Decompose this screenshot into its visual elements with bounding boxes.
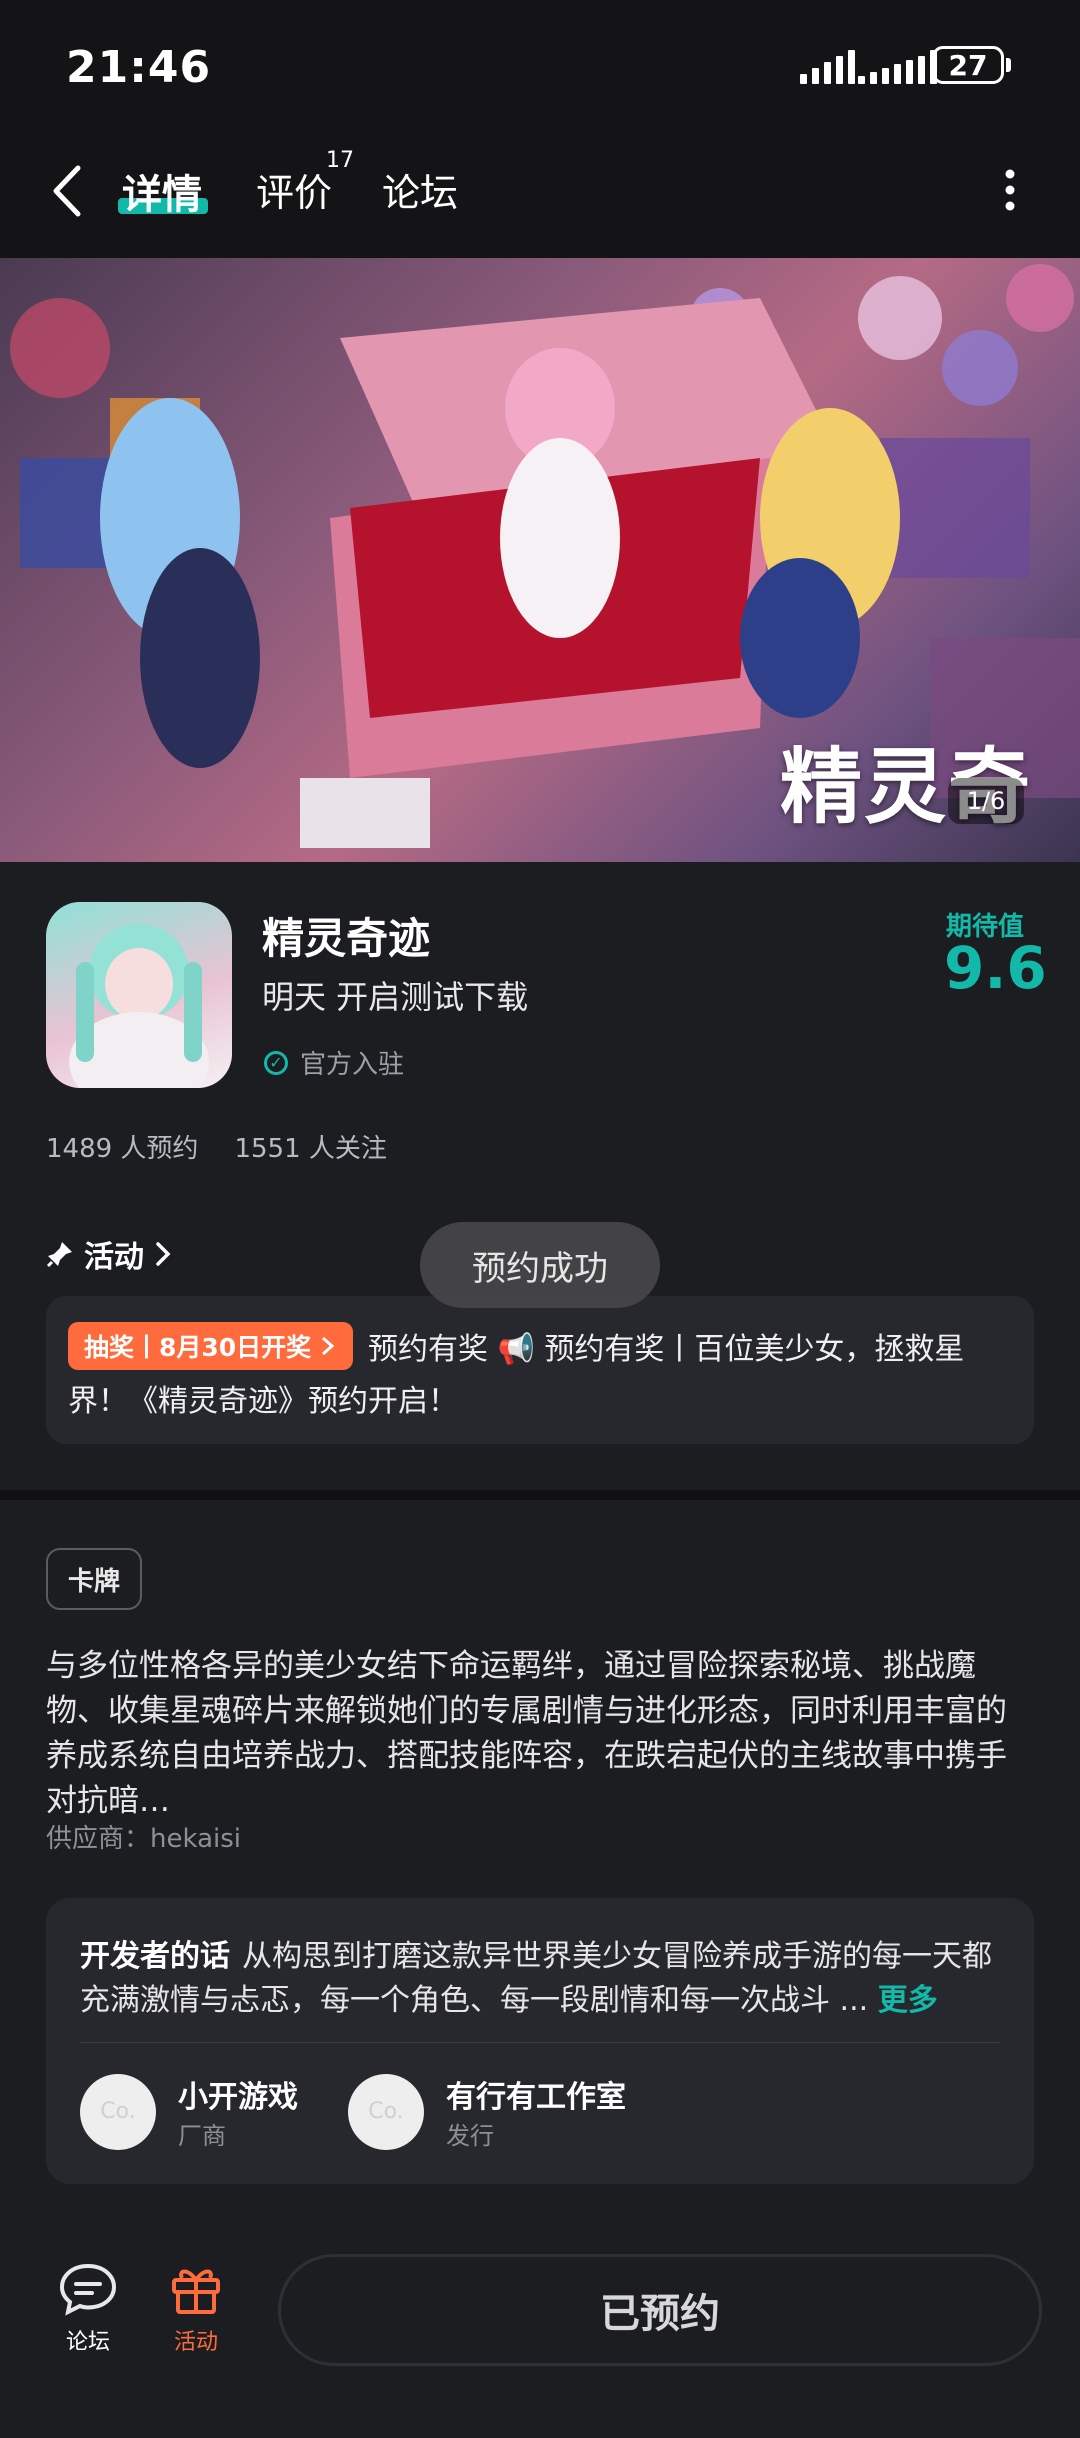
game-test-status: 明天 开启测试下载 xyxy=(262,978,529,1016)
activity-text-line1: 预约有奖 📢 预约有奖丨百位美少女，拯救星 xyxy=(368,1332,965,1367)
pin-icon xyxy=(46,1242,72,1268)
company-role: 发行 xyxy=(446,2122,494,2150)
genre-tag[interactable]: 卡牌 xyxy=(46,1548,142,1610)
more-vertical-icon xyxy=(1005,169,1015,211)
company-avatar: Co. xyxy=(80,2073,156,2150)
more-options-button[interactable] xyxy=(1000,168,1020,216)
activity-section-link[interactable]: 活动 xyxy=(46,1232,172,1276)
verified-check-icon: ✓ xyxy=(264,1050,288,1075)
company-role: 厂商 xyxy=(178,2122,226,2150)
lottery-tag[interactable]: 抽奖丨8月30日开奖 xyxy=(68,1322,354,1370)
bottom-nav-forum[interactable]: 论坛 xyxy=(58,2262,118,2356)
stats-row: 1489 人预约 1551 人关注 xyxy=(46,1128,387,1165)
gift-icon xyxy=(172,2269,220,2314)
status-time: 21:46 xyxy=(66,42,212,93)
toast-message: 预约成功 xyxy=(420,1222,660,1308)
follower-count: 1551 人关注 xyxy=(234,1134,387,1164)
reviews-count-badge: 17 xyxy=(326,148,354,173)
signal-icon xyxy=(800,48,855,84)
company-avatar: Co. xyxy=(348,2073,424,2150)
tab-forum[interactable]: 论坛 xyxy=(382,162,458,217)
reservation-count: 1489 人预约 xyxy=(46,1134,199,1164)
forum-chat-icon xyxy=(59,2263,117,2316)
banner-title: 精灵奇迹 xyxy=(780,740,1033,862)
tab-detail[interactable]: 详情 xyxy=(122,162,202,220)
section-divider xyxy=(0,1490,1080,1500)
developer-separator xyxy=(80,2042,1000,2043)
game-icon-art xyxy=(69,924,209,1088)
tab-reviews[interactable]: 评价 xyxy=(256,162,332,217)
company-name: 小开游戏 xyxy=(178,2080,298,2115)
bottom-nav-activity[interactable]: 活动 xyxy=(168,2262,224,2356)
activity-nav-label: 活动 xyxy=(173,2330,218,2355)
game-icon[interactable] xyxy=(46,902,232,1088)
signal-icon-2 xyxy=(858,48,937,84)
activity-text-line2: 界！《精灵奇迹》预约开启！ xyxy=(68,1384,458,1419)
supplier-text: 供应商：hekaisi xyxy=(46,1824,242,1854)
company-item-publisher[interactable]: Co. 有行有工作室 发行 xyxy=(348,2072,626,2151)
lottery-tag-label: 抽奖丨8月30日开奖 xyxy=(84,1333,312,1362)
back-button[interactable] xyxy=(52,164,82,222)
company-item-manufacturer[interactable]: Co. 小开游戏 厂商 xyxy=(80,2072,298,2151)
tag-chevron-icon xyxy=(322,1336,335,1356)
developer-words-title: 开发者的话 xyxy=(80,1939,230,1974)
forum-nav-label: 论坛 xyxy=(65,2330,110,2355)
banner-pager: 1/6 xyxy=(948,778,1024,824)
back-arrow-icon xyxy=(53,165,81,217)
activity-heading: 活动 xyxy=(84,1240,144,1275)
activity-card[interactable] xyxy=(46,1296,1034,1444)
banner-image[interactable]: 精灵奇迹 1/6 xyxy=(0,258,1080,862)
game-description[interactable]: 与多位性格各异的美少女结下命运羁绊，通过冒险探索秘境、挑战魔物、收集星魂碎片来解… xyxy=(46,1644,1036,1824)
expectation-score: 9.6 xyxy=(944,934,1047,1002)
booked-button[interactable]: 已预约 xyxy=(278,2254,1042,2366)
more-link[interactable]: 更多 xyxy=(878,1983,938,2018)
game-name: 精灵奇迹 xyxy=(262,914,431,963)
developer-words[interactable]: 开发者的话 从构思到打磨这款异世界美少女冒险养成手游的每一天都充满激情与忐忑，每一… xyxy=(80,1935,1010,2023)
battery-icon: 27 xyxy=(932,46,1004,84)
official-badge: ✓ 官方入驻 xyxy=(264,1044,404,1081)
company-name: 有行有工作室 xyxy=(446,2080,626,2115)
official-label: 官方入驻 xyxy=(300,1050,405,1080)
chevron-right-icon xyxy=(156,1242,171,1266)
battery-cap xyxy=(1006,58,1011,72)
